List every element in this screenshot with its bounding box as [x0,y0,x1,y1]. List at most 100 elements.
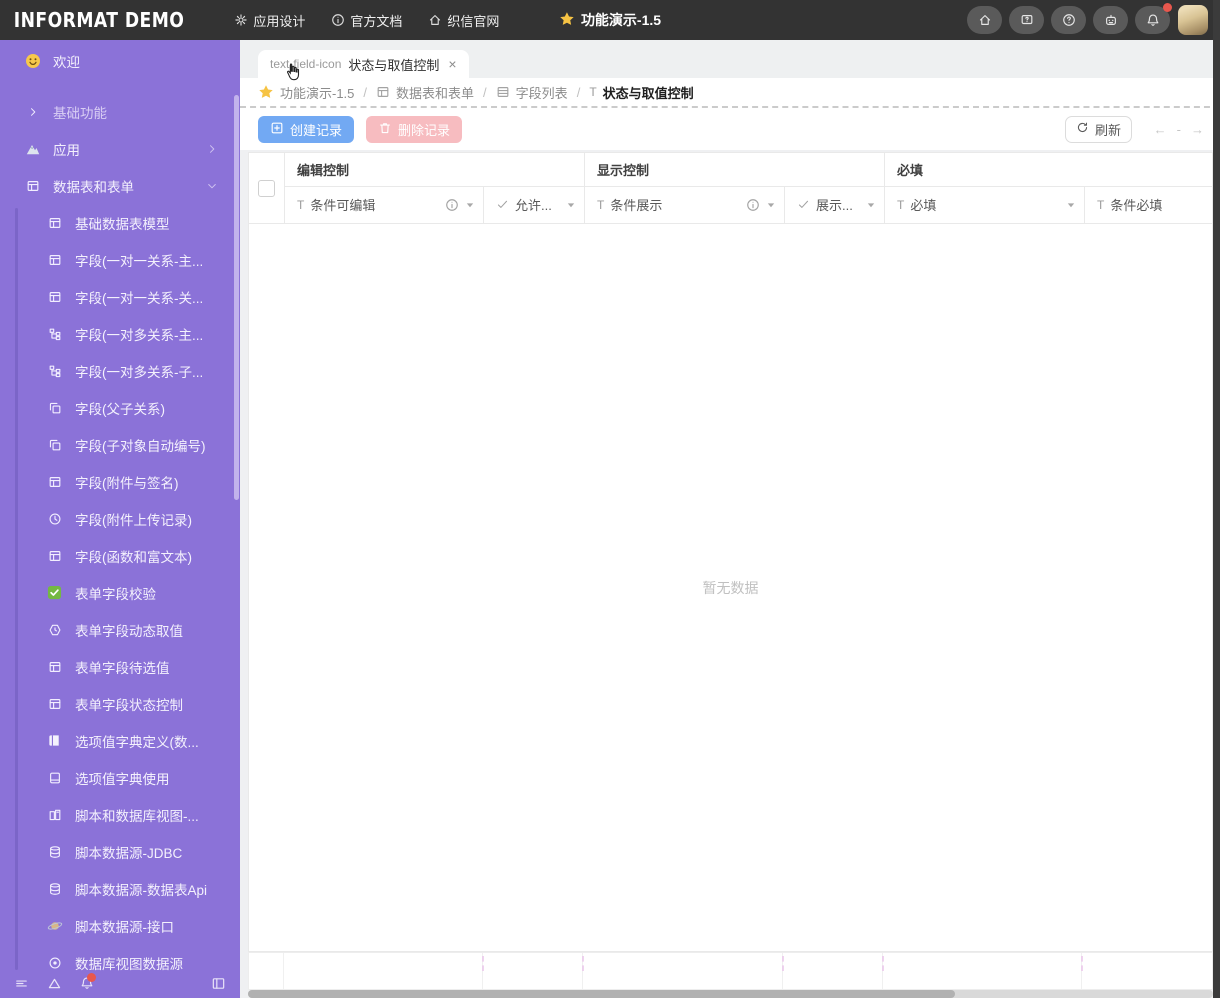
star-icon [258,84,274,100]
table-icon [376,85,390,99]
table-column-header-row: T 条件可编辑 允许... T 条件展示 展示... T 必填 T 条件必填 [285,186,1215,223]
user-avatar[interactable] [1178,5,1208,35]
table-group-header-row: 编辑控制 显示控制 必填 [285,153,1215,187]
breadcrumb-item-2[interactable]: 字段列表 [496,83,568,102]
app-root: INFORMAT DEMO 应用设计 官方文档 织信官网 功能演示-1.5 欢迎基础… [0,0,1220,998]
check-green-icon [46,585,63,600]
help-button[interactable] [1051,6,1086,34]
copy-icon [46,401,63,415]
sidebar-item-18[interactable]: 选项值字典定义(数... [0,722,240,759]
column-header-4[interactable]: T 必填 [885,186,1085,223]
select-all-checkbox[interactable] [258,179,275,197]
check-icon [797,198,810,211]
create-record-button[interactable]: 创建记录 [258,115,355,143]
bell-button[interactable] [1135,3,1172,34]
toolbar: 创建记录 删除记录 刷新 ← - → [240,108,1220,150]
table-header: 编辑控制 显示控制 必填 T 条件可编辑 允许... T 条件展示 展示... T 必填 T 条件必填 [249,153,1215,224]
table-icon [46,549,63,563]
horizontal-scrollbar-thumb[interactable] [248,990,955,998]
table-icon [24,179,41,193]
caret-down-icon [566,200,576,210]
sidebar-item-8[interactable]: 字段(一对多关系-子... [0,352,240,389]
select-column [249,153,285,223]
bell-icon[interactable] [80,973,96,990]
table-icon [46,697,63,711]
sidebar-scrollbar[interactable] [234,95,239,500]
home-icon [428,13,442,27]
panel-icon[interactable] [211,976,226,991]
table-icon [46,475,63,489]
sidebar-item-22[interactable]: 脚本数据源-数据表Api [0,870,240,907]
sidebar-item-14[interactable]: 表单字段校验 [0,574,240,611]
breadcrumb-item-0[interactable]: 功能演示-1.5 [258,83,354,102]
home-button[interactable] [967,6,1002,34]
table-icon [46,253,63,267]
sidebar-item-7[interactable]: 字段(一对多关系-主... [0,315,240,352]
nav-item-1[interactable]: 官方文档 [331,10,402,30]
robot-button[interactable] [1093,6,1128,34]
caret-down-icon [766,200,776,210]
sidebar-footer [0,968,240,998]
menu-lines-icon[interactable] [14,976,29,991]
horizontal-scrollbar[interactable] [248,990,1213,998]
nav-item-2[interactable]: 织信官网 [428,10,499,30]
books-icon [46,808,63,822]
sidebar-item-15[interactable]: 表单字段动态取值 [0,611,240,648]
refresh-button[interactable]: 刷新 [1064,115,1132,143]
sidebar-item-5[interactable]: 字段(一对一关系-主... [0,241,240,278]
column-header-3[interactable]: 展示... [785,186,885,223]
header-actions [967,3,1178,34]
tree-icon [46,327,63,341]
book-icon [46,733,63,748]
table-icon [46,290,63,304]
sidebar-item-17[interactable]: 表单字段状态控制 [0,685,240,722]
sidebar-item-13[interactable]: 字段(函数和富文本) [0,537,240,574]
column-header-2[interactable]: T 条件展示 [585,186,785,223]
sidebar-item-10[interactable]: 字段(子对象自动编号) [0,426,240,463]
sidebar-item-11[interactable]: 字段(附件与签名) [0,463,240,500]
sidebar-item-3[interactable]: 数据表和表单 [0,167,240,204]
footer-cell-6 [1081,953,1212,989]
column-group-0: 编辑控制 [285,153,585,186]
triangle-icon[interactable] [47,976,62,991]
column-header-5[interactable]: T 条件必填 [1085,187,1215,223]
delete-record-button[interactable]: 删除记录 [366,115,463,143]
breadcrumb-separator: / [576,84,581,100]
sidebar-item-1[interactable]: 基础功能 [0,93,240,130]
window-scrollbar-strip[interactable] [1213,0,1220,998]
close-icon[interactable]: × [448,56,456,72]
sidebar-item-20[interactable]: 脚本和数据库视图-... [0,796,240,833]
prev-page-arrow[interactable]: ← [1154,122,1167,137]
breadcrumb-item-1[interactable]: 数据表和表单 [376,83,474,102]
app-logo[interactable]: INFORMAT DEMO [0,8,202,32]
mountain-icon [24,141,41,157]
sidebar-item-21[interactable]: 脚本数据源-JDBC [0,833,240,870]
nav-item-0[interactable]: 应用设计 [234,10,305,30]
star-icon [559,11,575,30]
column-header-0[interactable]: T 条件可编辑 [285,186,484,223]
history-icon [46,512,63,526]
feedback-button[interactable] [1009,6,1044,34]
text-field-icon: T [1097,197,1105,212]
sidebar-item-16[interactable]: 表单字段待选值 [0,648,240,685]
timer-icon [46,623,63,637]
breadcrumb-item-3[interactable]: T 状态与取值控制 [589,83,693,102]
column-header-1[interactable]: 允许... [484,186,585,223]
chevron-down-icon [206,180,218,192]
next-page-arrow[interactable]: → [1191,122,1204,137]
database-icon [46,845,63,859]
sidebar-item-12[interactable]: 字段(附件上传记录) [0,500,240,537]
sidebar-item-4[interactable]: 基础数据表模型 [0,204,240,241]
table-body: 暂无数据 [249,224,1212,951]
sidebar-item-9[interactable]: 字段(父子关系) [0,389,240,426]
sidebar-item-23[interactable]: 脚本数据源-接口 [0,907,240,944]
sidebar-item-19[interactable]: 选项值字典使用 [0,759,240,796]
tab-status-value-control[interactable]: text-field-icon 状态与取值控制 × [258,50,469,78]
caret-down-icon [866,200,876,210]
sidebar-item-6[interactable]: 字段(一对一关系-关... [0,278,240,315]
footer-cell-3 [582,953,783,989]
sidebar-item-0[interactable]: 欢迎 [0,42,240,79]
copy-icon [46,438,63,452]
table-icon [46,660,63,674]
sidebar-item-2[interactable]: 应用 [0,130,240,167]
